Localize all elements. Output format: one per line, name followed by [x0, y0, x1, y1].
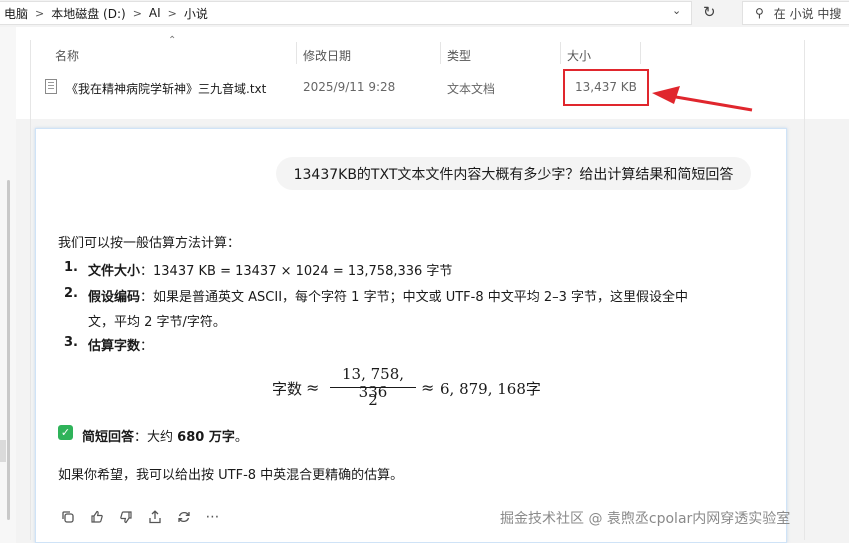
file-type: 文本文档	[447, 82, 496, 96]
short-answer: 简短回答：大约 680 万字。	[82, 426, 248, 445]
screenshot: 电脑 > 本地磁盘 (D:) > AI > 小说 ⌄ ↻ ⚲ 在 小说 中搜 ⌃…	[0, 0, 849, 543]
chat-panel: 13437KB的TXT文本文件内容大概有多少字？给出计算结果和简短回答 我们可以…	[35, 128, 787, 543]
list-number: 3.	[64, 335, 78, 350]
breadcrumb[interactable]: 电脑 > 本地磁盘 (D:) > AI > 小说	[0, 1, 692, 25]
formula-denominator: 2	[368, 391, 378, 409]
breadcrumb-computer[interactable]: 电脑	[0, 5, 32, 22]
breadcrumb-drive-d[interactable]: 本地磁盘 (D:)	[47, 5, 129, 22]
answer-followup: 如果你希望，我可以给出按 UTF-8 中英混合更精确的估算。	[58, 468, 404, 483]
list-item: 假设编码：如果是普通英文 ASCII，每个字符 1 字节；中文或 UTF-8 中…	[88, 286, 688, 305]
breadcrumb-separator: >	[167, 6, 177, 20]
breadcrumb-novel[interactable]: 小说	[180, 5, 212, 22]
copy-icon[interactable]	[58, 507, 77, 526]
list-item: 文件大小：13437 KB = 13437 × 1024 = 13,758,33…	[88, 260, 452, 279]
scrollbar[interactable]	[7, 180, 10, 520]
column-divider[interactable]	[440, 42, 441, 64]
divider	[30, 40, 31, 540]
message-actions: ⋯	[58, 507, 222, 526]
breadcrumb-separator: >	[132, 6, 142, 20]
search-placeholder: 在 小说 中搜	[773, 6, 842, 21]
text-file-icon	[45, 79, 57, 94]
formula: 字数 ≈ 13, 758, 336 2 ≈ 6, 879, 168字	[272, 365, 542, 413]
column-header-size[interactable]: 大小	[567, 47, 591, 64]
watermark: 掘金技术社区 @ 袁煦丞cpolar内网穿透实验室	[500, 511, 791, 527]
formula-label: 字数	[272, 380, 303, 398]
column-header-date[interactable]: 修改日期	[303, 47, 351, 64]
list-number: 2.	[64, 286, 78, 301]
short-answer-suffix: 。	[234, 430, 248, 445]
list-item-continuation: 文，平均 2 字节/字符。	[88, 315, 226, 330]
user-question: 13437KB的TXT文本文件内容大概有多少字？给出计算结果和简短回答	[276, 157, 751, 190]
thumbs-up-icon[interactable]	[87, 507, 106, 526]
answer-intro: 我们可以按一般估算方法计算：	[58, 236, 241, 251]
pane-edge-marker	[0, 440, 6, 462]
item-title: 估算字数	[88, 339, 141, 354]
file-date: 2025/9/11 9:28	[303, 80, 396, 94]
sort-up-icon: ⌃	[168, 35, 177, 46]
list-item: 估算字数：	[88, 335, 153, 354]
formula-approx: ≈	[306, 378, 320, 397]
item-title: 文件大小	[88, 264, 141, 279]
share-icon[interactable]	[145, 507, 164, 526]
chevron-down-icon[interactable]: ⌄	[672, 4, 681, 17]
divider	[804, 40, 805, 540]
fraction-bar	[330, 387, 416, 388]
column-header-name[interactable]: 名称	[55, 47, 79, 64]
regenerate-icon[interactable]	[174, 507, 193, 526]
thumbs-down-icon[interactable]	[116, 507, 135, 526]
column-divider[interactable]	[560, 42, 561, 64]
column-divider[interactable]	[296, 42, 297, 64]
short-answer-label: 简短回答	[82, 430, 135, 445]
check-icon: ✓	[58, 425, 73, 440]
item-text: ：13437 KB = 13437 × 1024 = 13,758,336 字节	[140, 264, 453, 279]
more-icon[interactable]: ⋯	[203, 507, 222, 526]
result-value: 6, 879, 168	[440, 380, 526, 398]
refresh-icon[interactable]: ↻	[703, 3, 716, 21]
item-text: ：如果是普通英文 ASCII，每个字符 1 字节；中文或 UTF-8 中文平均 …	[140, 290, 689, 305]
highlight-box	[563, 69, 649, 106]
list-number: 1.	[64, 260, 78, 275]
breadcrumb-ai[interactable]: AI	[145, 6, 165, 20]
item-text: ：	[140, 339, 154, 354]
search-input[interactable]: ⚲ 在 小说 中搜	[742, 1, 849, 25]
item-title: 假设编码	[88, 290, 141, 305]
formula-approx: ≈	[421, 378, 435, 397]
search-icon: ⚲	[755, 6, 764, 20]
pointer-arrow-icon	[652, 86, 753, 112]
file-name[interactable]: 《我在精神病院学斩神》三九音域.txt	[66, 80, 266, 97]
column-header-type[interactable]: 类型	[447, 47, 471, 64]
column-divider[interactable]	[640, 42, 641, 64]
formula-result: 6, 879, 168字	[440, 378, 541, 399]
breadcrumb-separator: >	[35, 6, 45, 20]
short-answer-value: 680 万字	[177, 430, 235, 445]
short-answer-prefix: ：大约	[134, 430, 178, 445]
result-unit: 字	[525, 380, 541, 398]
address-bar-row: 电脑 > 本地磁盘 (D:) > AI > 小说 ⌄ ↻ ⚲ 在 小说 中搜	[0, 0, 849, 26]
